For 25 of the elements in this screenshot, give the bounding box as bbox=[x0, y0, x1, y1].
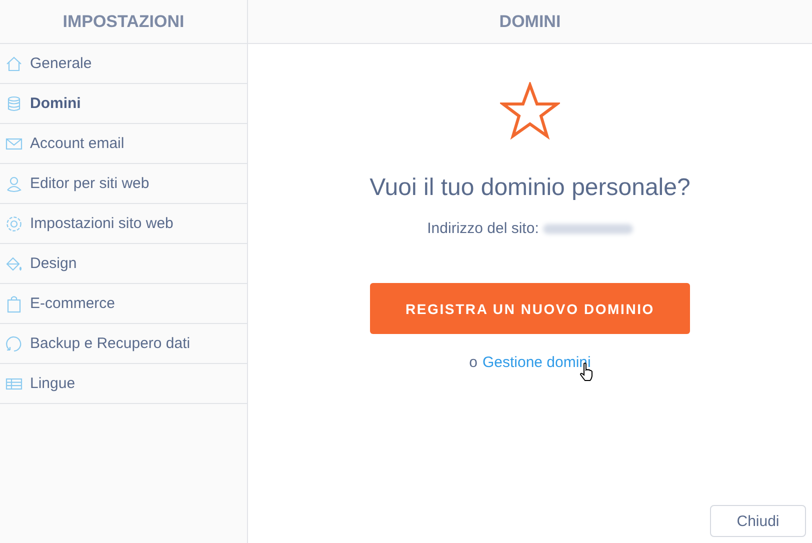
panel-title: DOMINI bbox=[499, 12, 561, 32]
shopping-bag-icon bbox=[5, 294, 23, 312]
circular-arrow-icon bbox=[5, 334, 23, 352]
or-text: o bbox=[469, 354, 478, 371]
sidebar-item[interactable]: Backup e Recupero dati bbox=[0, 324, 247, 364]
sidebar-item[interactable]: Editor per siti web bbox=[0, 164, 247, 204]
heading: Vuoi il tuo dominio personale? bbox=[370, 174, 690, 202]
sidebar-item[interactable]: Design bbox=[0, 244, 247, 284]
sidebar-item[interactable]: Impostazioni sito web bbox=[0, 204, 247, 244]
close-button[interactable]: Chiudi bbox=[710, 505, 806, 537]
star-icon bbox=[500, 82, 560, 140]
sidebar-item[interactable]: Domini bbox=[0, 84, 247, 124]
manage-domains-link[interactable]: Gestione domini bbox=[482, 354, 591, 371]
person-icon bbox=[5, 174, 23, 192]
paint-bucket-icon bbox=[5, 254, 23, 272]
sidebar-item[interactable]: E-commerce bbox=[0, 284, 247, 324]
home-icon bbox=[5, 54, 23, 72]
register-domain-button[interactable]: REGISTRA UN NUOVO DOMINIO bbox=[370, 283, 690, 334]
gear-icon bbox=[5, 214, 23, 232]
sidebar-item[interactable]: Account email bbox=[0, 124, 247, 164]
sidebar-item[interactable]: Generale bbox=[0, 44, 247, 84]
sidebar-title: IMPOSTAZIONI bbox=[62, 12, 184, 32]
sidebar-item[interactable]: Lingue bbox=[0, 364, 247, 404]
database-icon bbox=[5, 94, 23, 112]
address-label: Indirizzo del sito: bbox=[427, 220, 539, 237]
